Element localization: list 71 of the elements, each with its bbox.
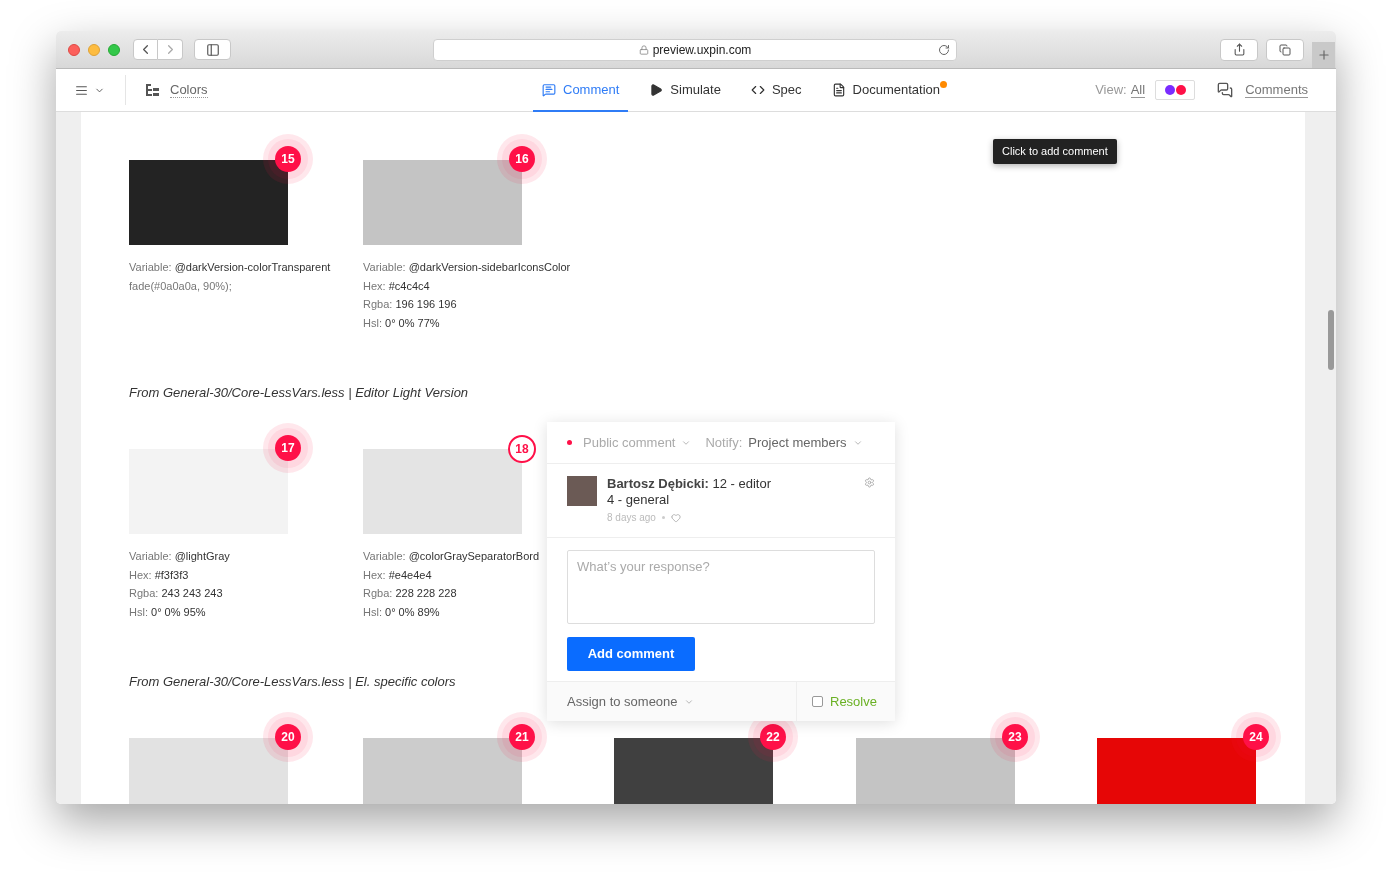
color-info-text: Variable: @darkVersion-sidebarIconsColor: [363, 260, 571, 275]
color-info-text: Hsl: 0° 0% 77%: [363, 316, 440, 332]
notify-dropdown[interactable]: Notify: Project members: [705, 432, 863, 453]
comment-pin[interactable]: 21: [509, 723, 535, 750]
color-info-text: Hsl: 0° 0% 89%: [363, 604, 440, 620]
tooltip: Click to add comment: [993, 139, 1117, 164]
section-heading: From General-30/Core-LessVars.less | Editor Light Version: [129, 384, 470, 401]
close-window-button[interactable]: [68, 43, 80, 56]
comment-pin[interactable]: 20: [275, 723, 301, 750]
comment-pin[interactable]: 24: [1243, 723, 1269, 750]
comment-pin[interactable]: 16: [509, 146, 535, 172]
back-button[interactable]: [133, 39, 158, 60]
sitemap-icon: [145, 83, 160, 97]
comment-icon: [542, 82, 556, 97]
sidebar-icon: [205, 42, 220, 57]
color-info-text: Variable: @darkVersion-colorTransparent: [129, 260, 331, 275]
add-comment-button[interactable]: Add comment: [567, 637, 695, 671]
menu-icon[interactable]: [75, 83, 88, 97]
like-icon[interactable]: [670, 512, 681, 523]
sidebar-button[interactable]: [194, 39, 231, 60]
color-info-text: Variable: @lightGray: [129, 548, 230, 564]
comment-text: 4 - general: [607, 492, 671, 508]
plus-icon: [1316, 48, 1331, 62]
resolve-checkbox[interactable]: [812, 696, 823, 707]
visibility-dropdown[interactable]: Public comment: [583, 432, 692, 453]
comments-link[interactable]: Comments: [1245, 82, 1308, 98]
page-name-link[interactable]: Colors: [170, 82, 208, 98]
share-icon: [1232, 43, 1246, 56]
color-info-text: fade(#0a0a0a, 90%);: [129, 278, 232, 294]
lock-icon: [638, 44, 649, 55]
toolbar-tab[interactable]: Documentation: [822, 69, 950, 112]
color-info-text: Rgba: 196 196 196: [363, 297, 457, 313]
view-label: View:: [1095, 81, 1127, 100]
color-info-text: Rgba: 228 228 228: [363, 586, 457, 602]
comment-pin[interactable]: 15: [275, 146, 301, 172]
reload-icon[interactable]: [938, 43, 950, 56]
new-tab-button[interactable]: [1312, 42, 1335, 68]
share-button[interactable]: [1220, 38, 1258, 61]
color-info-text: Hex: #f3f3f3: [129, 567, 189, 583]
avatar-photo-placeholder: [567, 476, 597, 506]
comment-pin[interactable]: 22: [760, 723, 786, 750]
url-text: preview.uxpin.com: [652, 41, 752, 59]
color-info-text: Hex: #e4e4e4: [363, 567, 432, 583]
document-icon: [831, 82, 846, 97]
scrollbar-thumb[interactable]: [1328, 310, 1334, 370]
comment-pin[interactable]: 18: [508, 434, 536, 463]
color-info-text: Hex: #c4c4c4: [363, 278, 430, 294]
response-field[interactable]: What’s your response?: [567, 550, 875, 624]
tabs-button[interactable]: [1266, 38, 1304, 61]
view-filter-link[interactable]: All: [1130, 82, 1146, 98]
color-info-text: Variable: @colorGraySeparatorBord: [363, 548, 540, 564]
comment-time: 8 days ago: [607, 511, 656, 525]
color-info-text: Hsl: 0° 0% 95%: [129, 604, 206, 620]
minimize-window-button[interactable]: [88, 43, 100, 56]
play-icon: [649, 82, 664, 97]
comment-text: Bartosz Dębicki: 12 - editor: [607, 476, 772, 492]
settings-icon[interactable]: [864, 477, 875, 488]
comments-icon: [1216, 82, 1235, 98]
tabs-icon: [1279, 43, 1291, 56]
assign-dropdown[interactable]: Assign to someone: [547, 682, 796, 721]
zoom-window-button[interactable]: [108, 43, 120, 56]
forward-button[interactable]: [158, 39, 183, 60]
color-info-text: Rgba: 243 243 243: [129, 586, 223, 602]
comment-pin[interactable]: 17: [275, 434, 301, 461]
toolbar-tab[interactable]: Simulate: [640, 69, 730, 112]
comment-colors-toggle[interactable]: [1155, 80, 1196, 100]
comment-pin[interactable]: 23: [1002, 723, 1028, 750]
resolve-label: Resolve: [830, 692, 877, 711]
section-heading: From General-30/Core-LessVars.less | El. specific colors: [129, 673, 457, 690]
address-bar[interactable]: preview.uxpin.com: [433, 38, 957, 61]
toolbar-tab[interactable]: Spec: [741, 69, 811, 112]
